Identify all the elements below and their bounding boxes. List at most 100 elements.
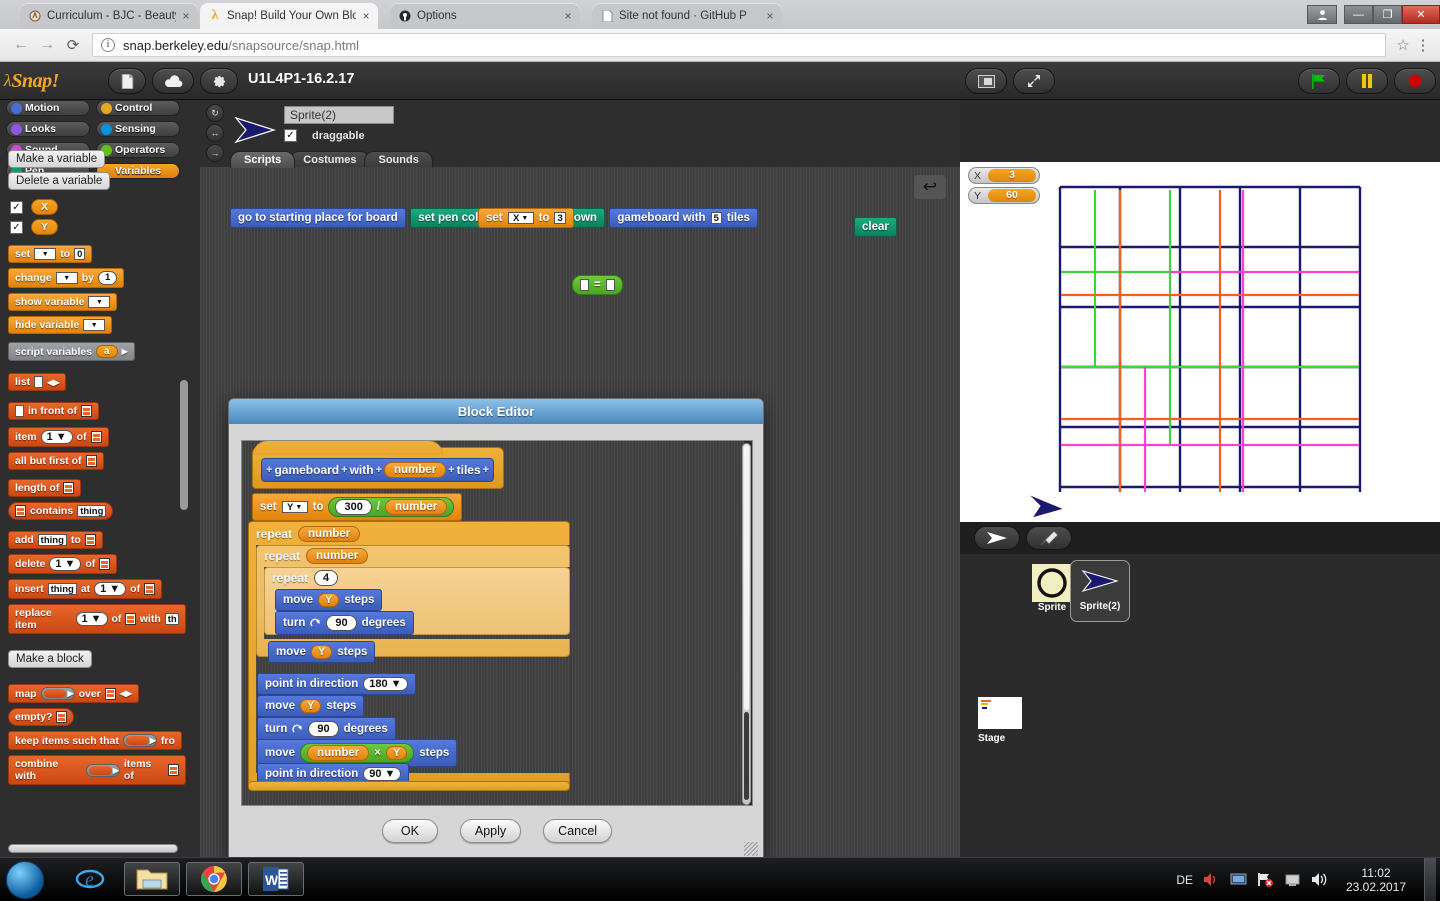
plus-icon[interactable]: + bbox=[483, 464, 489, 476]
watcher-toggle-y[interactable]: ✓ Y bbox=[10, 219, 186, 235]
factor-number[interactable]: number bbox=[307, 745, 370, 761]
thing-slot[interactable]: thing bbox=[37, 534, 67, 546]
thing-slot[interactable]: thing bbox=[47, 583, 77, 595]
block-move-y-steps-outer[interactable]: move Y steps bbox=[257, 695, 365, 717]
sprite-tile-sprite2[interactable]: Sprite(2) bbox=[1070, 560, 1130, 622]
variable-dropdown[interactable]: Y ▼ bbox=[281, 501, 308, 513]
set-block[interactable]: set Y ▼ to 300 / number bbox=[252, 493, 463, 521]
maximize-button[interactable]: ❐ bbox=[1373, 5, 1402, 24]
back-icon[interactable]: ← bbox=[8, 32, 34, 58]
language-indicator[interactable]: DE bbox=[1176, 873, 1193, 887]
volume-icon[interactable] bbox=[1311, 872, 1328, 887]
category-looks[interactable]: Looks bbox=[6, 121, 90, 137]
palette-block-length-of[interactable]: length of bbox=[8, 479, 82, 497]
arrows-icon[interactable]: ◀▶ bbox=[120, 689, 132, 698]
palette-block-show-variable[interactable]: show variable ▼ bbox=[8, 293, 118, 311]
repeat-count-number[interactable]: number bbox=[298, 526, 361, 542]
site-info-icon[interactable]: i bbox=[101, 38, 115, 52]
tab-close-icon[interactable]: × bbox=[360, 9, 372, 23]
steps-variable-y[interactable]: Y bbox=[311, 645, 333, 659]
block-gameboard-with-tiles[interactable]: gameboard with 5 tiles bbox=[609, 208, 758, 228]
cloud-icon[interactable] bbox=[152, 68, 194, 94]
url-input[interactable]: i snap.berkeley.edu/snapsource/snap.html bbox=[92, 33, 1386, 57]
tab-close-icon[interactable]: × bbox=[764, 9, 776, 23]
ok-button[interactable]: OK bbox=[381, 819, 438, 843]
move-block[interactable]: move Y steps bbox=[268, 641, 376, 663]
pause-icon[interactable] bbox=[1346, 68, 1388, 94]
list-item-slot[interactable] bbox=[34, 376, 44, 388]
factor-y[interactable]: Y bbox=[385, 746, 408, 760]
thing-slot[interactable]: thing bbox=[77, 505, 107, 517]
division-reporter[interactable]: 300 / number bbox=[328, 497, 455, 517]
repeat-count-4[interactable]: 4 bbox=[314, 570, 339, 586]
value-slot[interactable]: 1 bbox=[98, 271, 118, 285]
speaker-red-icon[interactable] bbox=[1203, 872, 1220, 887]
palette-hscrollbar[interactable] bbox=[8, 844, 178, 853]
stage-tile[interactable]: Stage bbox=[970, 697, 1034, 744]
network-error-icon[interactable] bbox=[1257, 872, 1274, 887]
plus-icon[interactable]: + bbox=[448, 464, 454, 476]
block-turn-90-degrees-inner[interactable]: turn 90 degrees bbox=[275, 611, 414, 635]
taskbar-internet-explorer-icon[interactable]: e bbox=[62, 862, 118, 896]
direction-dropdown[interactable]: 180 ▼ bbox=[363, 677, 408, 691]
index-dropdown[interactable]: 1 ▼ bbox=[94, 582, 127, 596]
taskbar-file-explorer-icon[interactable] bbox=[124, 862, 180, 896]
steps-variable-y[interactable]: Y bbox=[300, 699, 322, 713]
direction-dropdown[interactable]: 90 ▼ bbox=[363, 767, 402, 781]
turn-block[interactable]: turn 90 degrees bbox=[275, 611, 414, 635]
repeat-count-number[interactable]: number bbox=[306, 548, 369, 564]
stop-icon[interactable] bbox=[1394, 68, 1436, 94]
watcher-toggle-x[interactable]: ✓ X bbox=[10, 199, 186, 215]
green-flag-icon[interactable] bbox=[1298, 68, 1340, 94]
arrows-icon[interactable]: ◀▶ bbox=[47, 378, 59, 387]
palette-block-set[interactable]: set ▼ to 0 bbox=[8, 245, 93, 263]
resize-handle[interactable] bbox=[744, 842, 758, 856]
list-slot-icon[interactable] bbox=[85, 455, 97, 467]
rotate-freely-icon[interactable]: ↻ bbox=[206, 104, 224, 122]
variable-dropdown[interactable]: ▼ bbox=[55, 272, 78, 284]
right-operand-slot[interactable] bbox=[605, 279, 615, 291]
block-equals[interactable]: = bbox=[572, 275, 623, 295]
list-slot-icon[interactable] bbox=[63, 482, 75, 494]
list-slot-icon[interactable] bbox=[56, 711, 68, 723]
list-slot-icon[interactable] bbox=[144, 583, 156, 595]
thing-slot[interactable]: th bbox=[164, 613, 179, 625]
palette-block-keep-items[interactable]: keep items such that ▶ fro bbox=[8, 731, 182, 750]
palette-block-empty[interactable]: empty? bbox=[8, 708, 75, 726]
point-block[interactable]: point in direction 180 ▼ bbox=[257, 673, 416, 695]
variable-dropdown[interactable]: ▼ bbox=[34, 248, 57, 260]
windows-orb-icon[interactable] bbox=[6, 861, 44, 899]
palette-block-contains[interactable]: contains thing bbox=[8, 502, 114, 520]
variable-dropdown[interactable]: X ▼ bbox=[507, 212, 534, 224]
list-slot-icon[interactable] bbox=[90, 431, 102, 443]
index-dropdown[interactable]: 1 ▼ bbox=[49, 557, 82, 571]
variable-dropdown[interactable]: ▼ bbox=[83, 319, 106, 331]
taskbar-clock[interactable]: 11:02 23.02.2017 bbox=[1338, 866, 1414, 894]
watcher-x[interactable]: X 3 bbox=[968, 167, 1040, 184]
palette-block-hide-variable[interactable]: hide variable ▼ bbox=[8, 316, 113, 334]
list-slot-icon[interactable] bbox=[15, 505, 26, 517]
tab-costumes[interactable]: Costumes bbox=[289, 151, 371, 168]
block-set-x-to-3[interactable]: set X ▼ to 3 bbox=[478, 208, 574, 228]
script-loose-equals[interactable]: = bbox=[572, 275, 623, 296]
index-dropdown[interactable]: 1 ▼ bbox=[75, 612, 108, 626]
rotate-none-icon[interactable]: → bbox=[206, 144, 224, 162]
watcher-y[interactable]: Y 60 bbox=[968, 187, 1040, 204]
palette-block-change[interactable]: change ▼ by 1 bbox=[8, 268, 125, 288]
block-go-to-starting-place[interactable]: go to starting place for board bbox=[230, 208, 406, 228]
degrees-slot[interactable]: 90 bbox=[308, 721, 339, 737]
palette-block-list[interactable]: list ◀▶ bbox=[8, 373, 67, 391]
palette-block-item-of[interactable]: item 1 ▼ of bbox=[8, 427, 109, 447]
snap-logo[interactable]: λ Snap! bbox=[4, 66, 90, 96]
palette-block-in-front-of[interactable]: in front of bbox=[8, 402, 99, 420]
make-a-block-button[interactable]: Make a block bbox=[8, 650, 92, 668]
degrees-slot[interactable]: 90 bbox=[326, 615, 357, 631]
palette-block-map-over[interactable]: map ▶ over ◀▶ bbox=[8, 684, 140, 703]
block-editor-title[interactable]: Block Editor bbox=[229, 399, 763, 424]
palette-block-replace-item[interactable]: replace item 1 ▼ of with th bbox=[8, 604, 186, 634]
block-set-y-to-expression[interactable]: set Y ▼ to 300 / number bbox=[252, 493, 463, 521]
block-turn-90-degrees-outer[interactable]: turn 90 degrees bbox=[257, 717, 396, 741]
tab-close-icon[interactable]: × bbox=[180, 9, 192, 23]
palette-block-delete-of[interactable]: delete 1 ▼ of bbox=[8, 554, 118, 574]
stage[interactable]: X 3 Y 60 bbox=[960, 162, 1440, 522]
